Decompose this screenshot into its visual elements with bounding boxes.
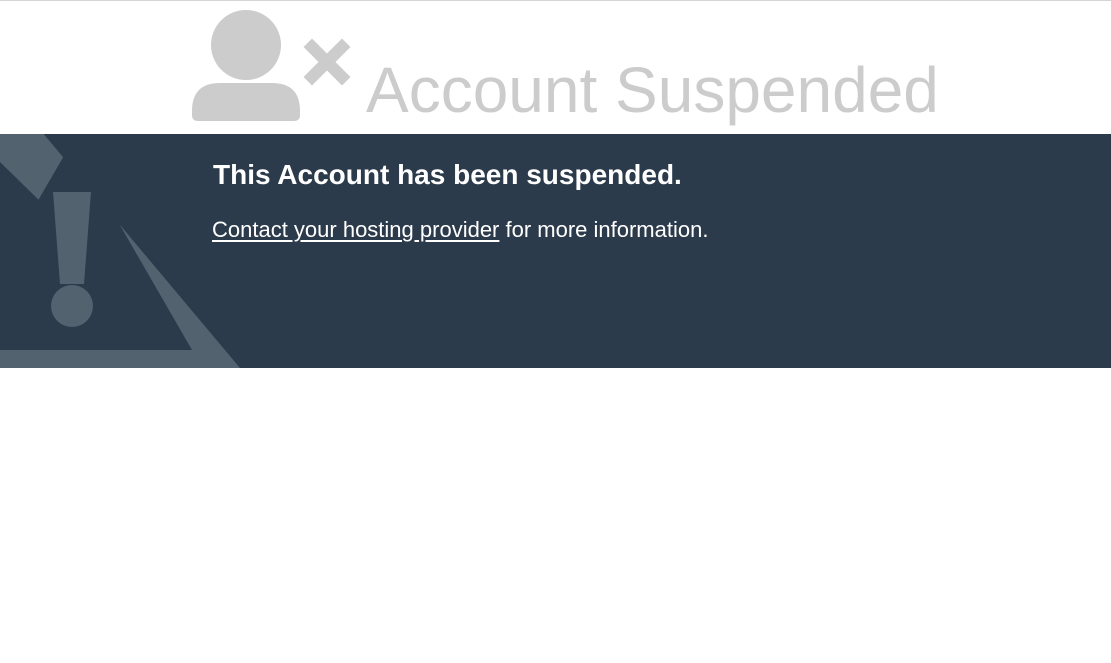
- warning-triangle-icon: [0, 134, 240, 368]
- contact-hosting-provider-link[interactable]: Contact your hosting provider: [212, 217, 499, 242]
- page-header: Account Suspended: [0, 1, 1111, 134]
- suspension-heading: This Account has been suspended.: [213, 159, 682, 190]
- suspension-banner: This Account has been suspended. Contact…: [0, 134, 1111, 368]
- more-information-text: for more information.: [499, 217, 709, 242]
- page-title: Account Suspended: [366, 54, 939, 126]
- suspension-message: Contact your hosting provider for more i…: [212, 216, 708, 244]
- user-remove-icon: [192, 10, 351, 121]
